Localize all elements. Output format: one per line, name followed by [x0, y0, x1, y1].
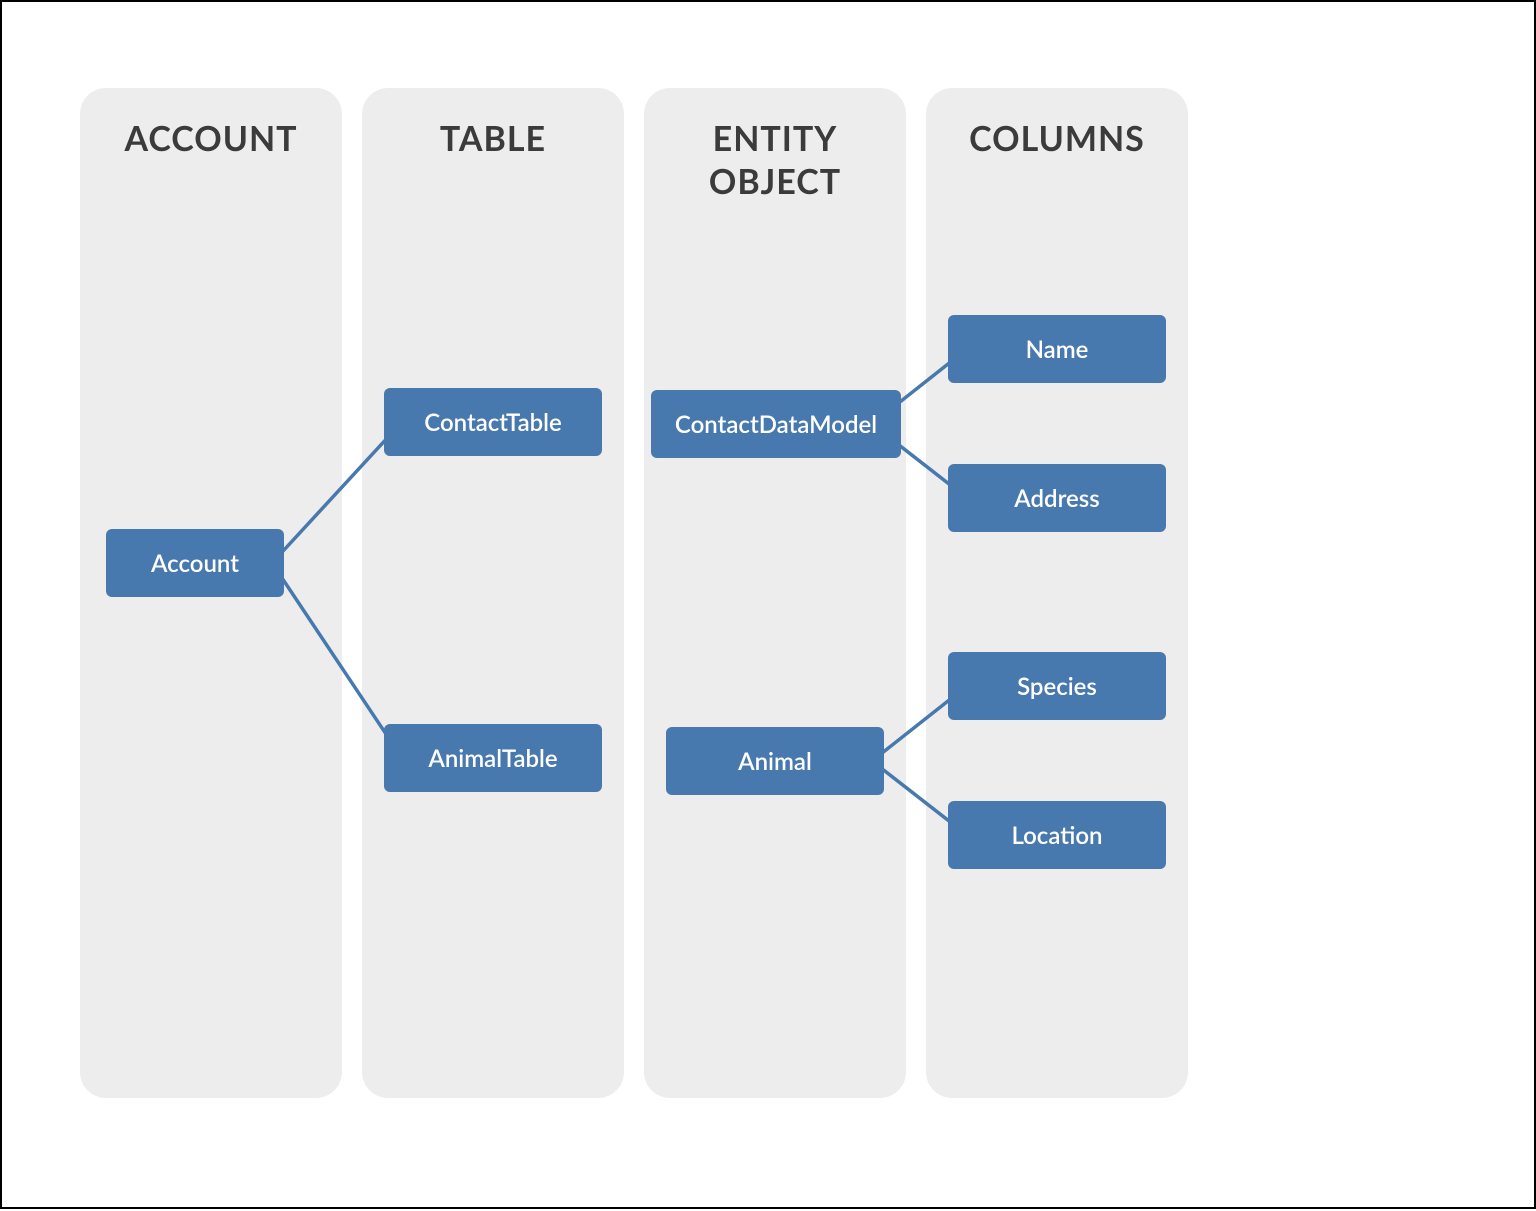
node-animal-table: AnimalTable [384, 724, 602, 792]
column-title-account: ACCOUNT [80, 118, 342, 161]
column-title-entity: ENTITY OBJECT [644, 118, 906, 203]
node-contact-table: ContactTable [384, 388, 602, 456]
column-title-columns: COLUMNS [926, 118, 1188, 161]
node-name: Name [948, 315, 1166, 383]
node-species: Species [948, 652, 1166, 720]
node-address: Address [948, 464, 1166, 532]
column-title-table: TABLE [362, 118, 624, 161]
diagram-frame: ACCOUNT TABLE ENTITY OBJECT COLUMNS Acco… [0, 0, 1536, 1209]
node-animal: Animal [666, 727, 884, 795]
node-account: Account [106, 529, 284, 597]
column-entity: ENTITY OBJECT [644, 88, 906, 1098]
node-location: Location [948, 801, 1166, 869]
column-columns: COLUMNS [926, 88, 1188, 1098]
node-contact-data-model: ContactDataModel [651, 390, 901, 458]
column-table: TABLE [362, 88, 624, 1098]
